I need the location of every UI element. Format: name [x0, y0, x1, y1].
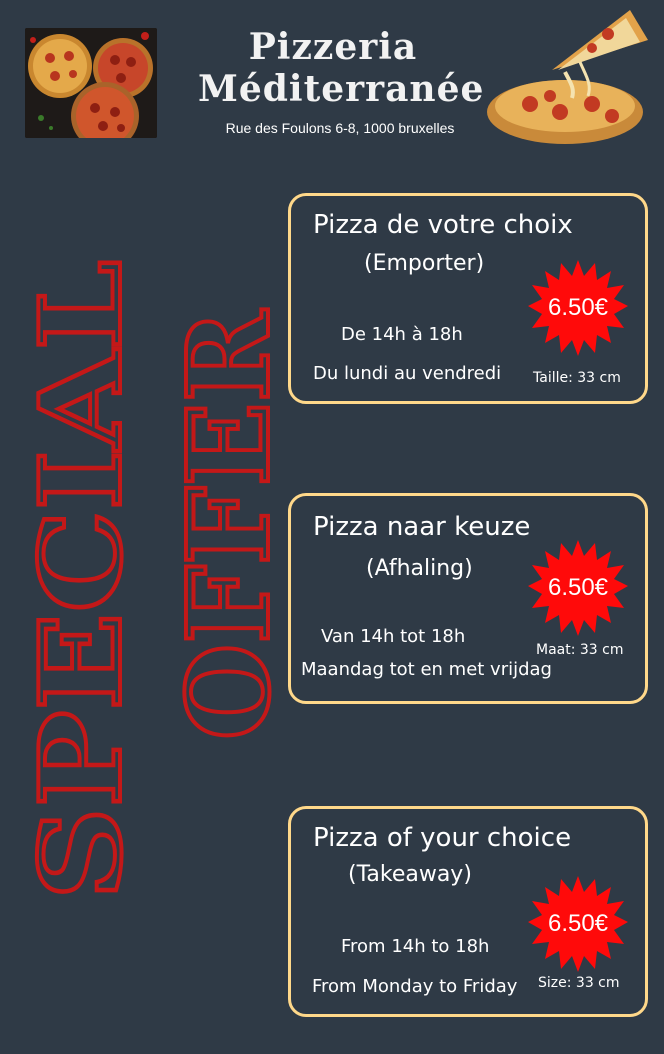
- price-label: 6.50€: [547, 910, 609, 937]
- offer-card-fr: Pizza de votre choix (Emporter) 6.50€ De…: [288, 193, 648, 404]
- pizza-photo-right: [480, 0, 660, 150]
- price-label: 6.50€: [547, 294, 609, 321]
- offer-days: From Monday to Friday: [312, 976, 518, 997]
- offer-hours: Van 14h tot 18h: [321, 626, 466, 647]
- offer-subtitle: (Takeaway): [348, 862, 472, 887]
- offer-days: Maandag tot en met vrijdag: [301, 659, 552, 680]
- offer-title: Pizza of your choice: [313, 823, 572, 853]
- offer-hours: De 14h à 18h: [341, 324, 463, 345]
- offer-size: Size: 33 cm: [538, 975, 620, 991]
- offer-card-en: Pizza of your choice (Takeaway) 6.50€ Fr…: [288, 806, 648, 1017]
- offer-size: Maat: 33 cm: [536, 642, 624, 658]
- offer-days: Du lundi au vendredi: [313, 363, 502, 384]
- price-burst: 6.50€: [528, 874, 628, 974]
- address-text: Rue des Foulons 6-8, 1000 bruxelles: [225, 120, 455, 136]
- price-burst: 6.50€: [528, 258, 628, 358]
- special-offer-banner: SPECIAL OFFER: [14, 258, 290, 902]
- offer-title: Pizza naar keuze: [313, 512, 531, 542]
- offer-title: Pizza de votre choix: [313, 210, 573, 240]
- offer-subtitle: (Afhaling): [366, 556, 473, 581]
- offer-text: OFFER: [164, 309, 290, 740]
- special-text: SPECIAL: [16, 260, 147, 900]
- offer-hours: From 14h to 18h: [341, 936, 490, 957]
- offer-card-nl: Pizza naar keuze (Afhaling) 6.50€ Van 14…: [288, 493, 648, 704]
- title-line-2: Méditerranée: [198, 68, 485, 110]
- title-line-1: Pizzeria: [248, 26, 418, 68]
- offer-size: Taille: 33 cm: [533, 370, 621, 386]
- price-label: 6.50€: [547, 574, 609, 601]
- offer-subtitle: (Emporter): [364, 251, 485, 276]
- pizza-photo-left: [25, 28, 157, 138]
- price-burst: 6.50€: [528, 538, 628, 638]
